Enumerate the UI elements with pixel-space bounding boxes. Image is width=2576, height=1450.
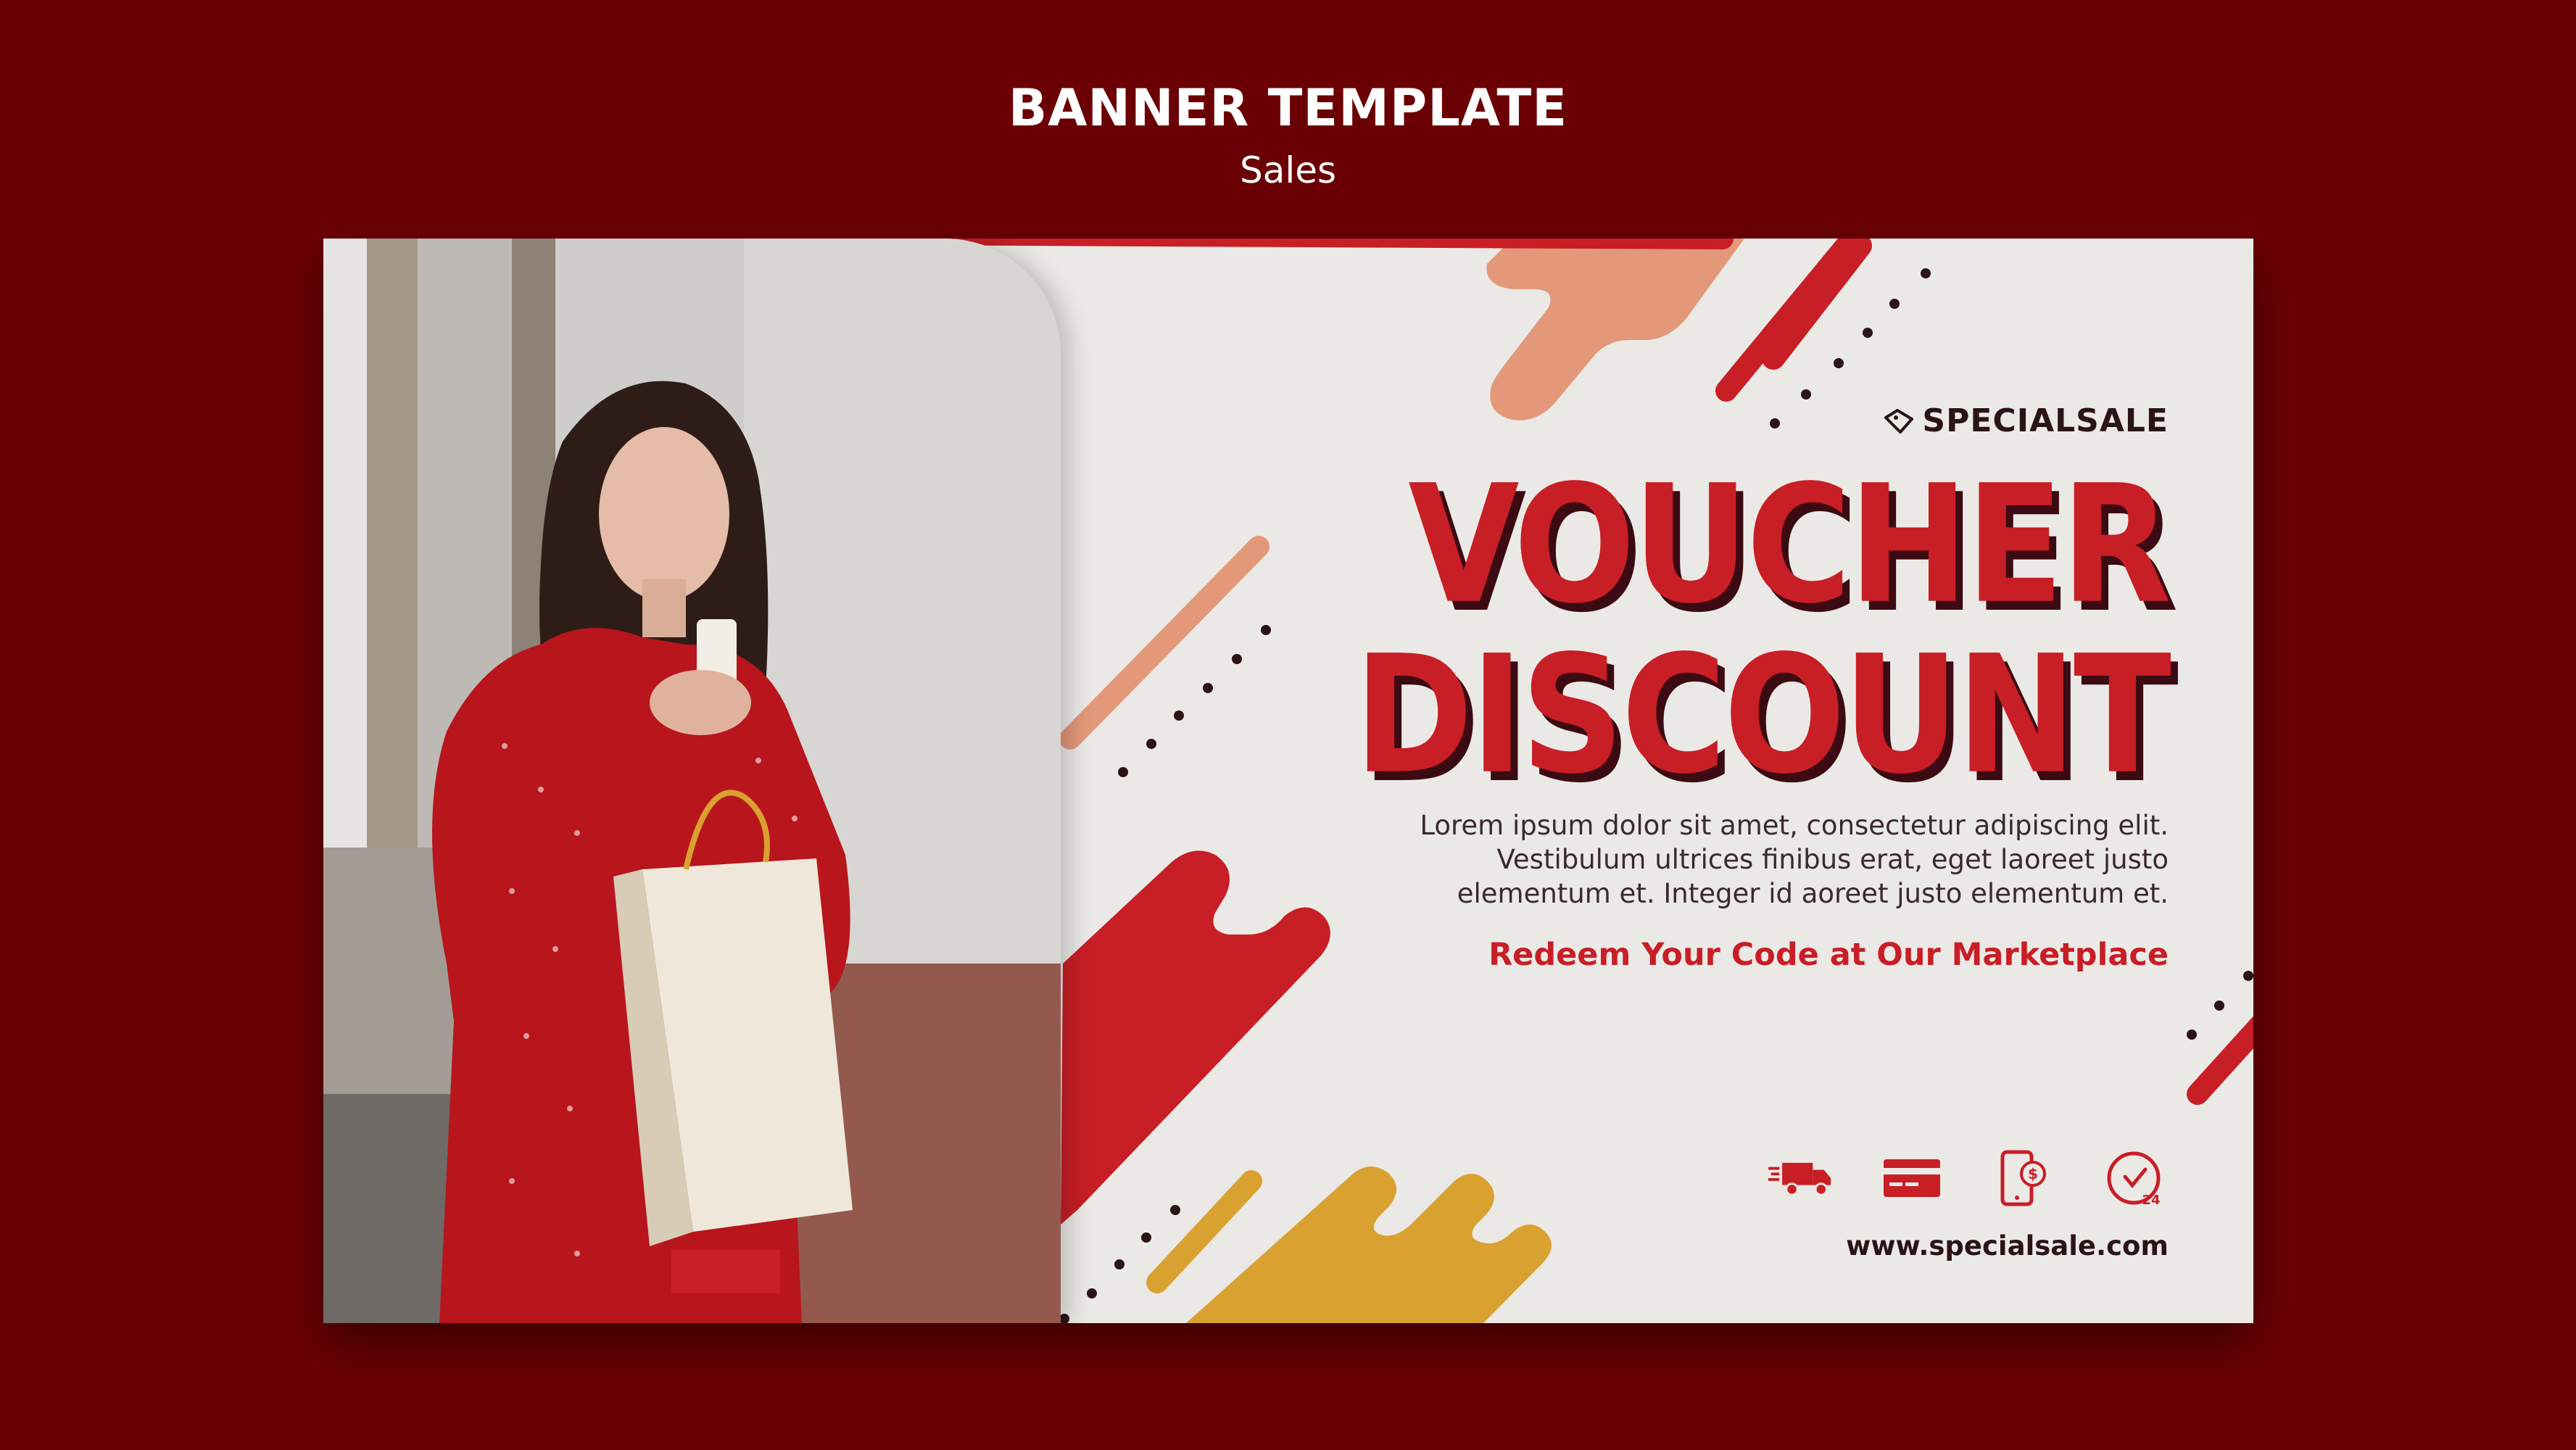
svg-text:24: 24: [2142, 1193, 2160, 1208]
tag-icon: [1884, 408, 1914, 434]
brand-logo: SPECIALSALE: [1883, 402, 2169, 439]
redeem-cta: Redeem Your Code at Our Marketplace: [1488, 937, 2169, 973]
svg-text:$: $: [2028, 1165, 2038, 1182]
body-text: Lorem ipsum dolor sit amet, consectetur …: [1420, 810, 2169, 909]
page-title: BANNER TEMPLATE: [1008, 78, 1568, 138]
page-subtitle: Sales: [1239, 149, 1337, 191]
headline-discount: DISCOUNT: [1354, 620, 2171, 810]
model-photo: [323, 239, 1061, 1323]
feature-icons: $ 24: [1767, 1145, 2169, 1211]
mobile-payment-icon: $: [1990, 1145, 2057, 1211]
sales-banner: SPECIALSALE VOUCHER DISCOUNT Lorem ipsum…: [323, 239, 2253, 1323]
brand-name: SPECIALSALE: [1922, 402, 2169, 439]
clock-24-icon: 24: [2102, 1145, 2169, 1211]
website-link[interactable]: www.specialsale.com: [1846, 1230, 2169, 1262]
headline-voucher: VOUCHER: [1408, 450, 2171, 639]
delivery-truck-icon: [1767, 1145, 1834, 1211]
credit-card-icon: [1879, 1145, 1945, 1211]
